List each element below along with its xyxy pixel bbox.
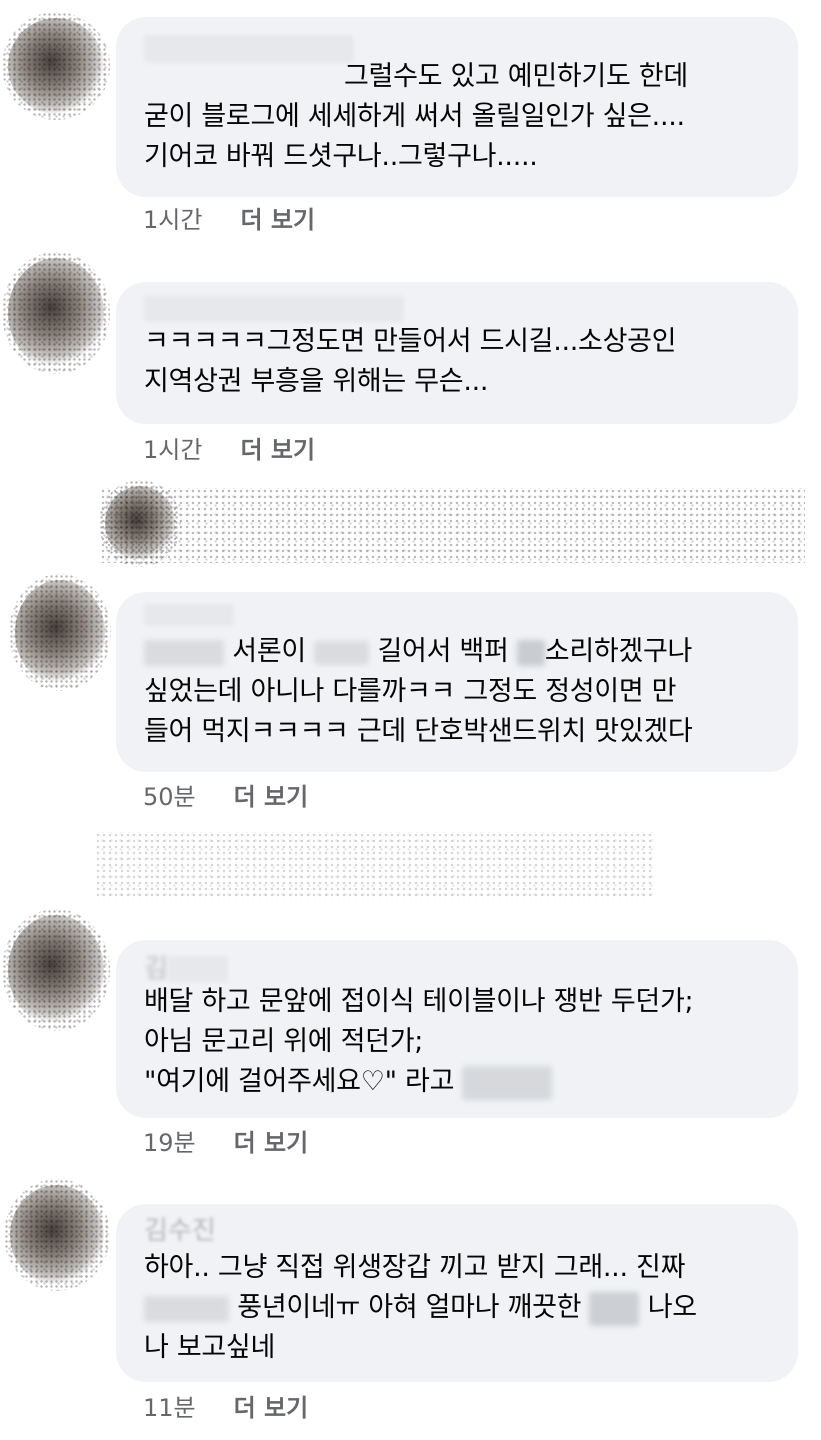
comment-time[interactable]: 1시간 [143, 436, 202, 464]
name-redaction [144, 65, 344, 91]
more-button[interactable]: 더 보기 [234, 783, 309, 811]
word-redaction [462, 1065, 553, 1100]
avatar[interactable] [2, 12, 110, 120]
avatar [99, 480, 181, 567]
comment-meta: 1시간 더 보기 [143, 435, 315, 465]
avatar[interactable] [4, 1179, 110, 1291]
commenter-name[interactable] [144, 292, 770, 322]
comment-text: ㅋㅋㅋㅋㅋ그정도면 만들어서 드시길...소상공인 지역상권 부흥을 위해는 무… [144, 326, 677, 397]
commenter-name[interactable]: 김수진 [144, 1214, 770, 1244]
comment-time[interactable]: 19분 [143, 1129, 196, 1157]
name-redaction [144, 295, 404, 322]
comment-text: 그럴수도 있고 예민하기도 한데 굳이 블로그에 세세하게 써서 올릴일인가 싶… [144, 61, 688, 172]
comment-text: 배달 하고 문앞에 접이식 테이블이나 쟁반 두던가; 아님 문고리 위에 적던… [144, 982, 770, 1102]
avatar[interactable] [9, 574, 111, 691]
comment-text: 서론이 길어서 백퍼 소리하겠구나 싶었는데 아니나 다를까ㅋㅋ 그정도 정성이… [144, 636, 693, 747]
comment-meta: 11분 더 보기 [143, 1393, 308, 1423]
name-redaction [144, 34, 354, 63]
comment-text: 하아.. 그냥 직접 위생장갑 끼고 받지 그래... 진짜 풍년이네ㅠ 아혀 … [144, 1252, 697, 1363]
word-redaction [589, 1291, 640, 1326]
comment-bubble: 김수진 하아.. 그냥 직접 위생장갑 끼고 받지 그래... 진짜 풍년이네ㅠ… [116, 1204, 798, 1382]
comment-bubble: 그럴수도 있고 예민하기도 한데 굳이 블로그에 세세하게 써서 올릴일인가 싶… [116, 17, 798, 197]
word-redaction [314, 640, 370, 665]
comment-meta: 19분 더 보기 [143, 1128, 308, 1158]
word-redaction [144, 1295, 229, 1322]
name-redaction [144, 639, 224, 666]
comment-time[interactable]: 1시간 [143, 206, 202, 234]
commenter-name[interactable] [144, 600, 770, 626]
commenter-name[interactable] [144, 31, 770, 65]
redacted-area [100, 488, 805, 563]
comment-bubble: ㅋㅋㅋㅋㅋ그정도면 만들어서 드시길...소상공인 지역상권 부흥을 위해는 무… [116, 282, 798, 424]
comment-time[interactable]: 11분 [143, 1394, 196, 1422]
name-redaction [167, 955, 228, 982]
redacted-area [95, 832, 655, 900]
avatar[interactable] [2, 909, 110, 1031]
comment-bubble: 김 배달 하고 문앞에 접이식 테이블이나 쟁반 두던가; 아님 문고리 위에 … [116, 940, 798, 1118]
more-button[interactable]: 더 보기 [234, 1394, 309, 1422]
more-button[interactable]: 더 보기 [240, 436, 315, 464]
word-redaction [516, 639, 545, 666]
comment-time[interactable]: 50분 [143, 783, 196, 811]
comment-meta: 50분 더 보기 [143, 782, 308, 812]
comment-bubble: 서론이 길어서 백퍼 소리하겠구나 싶었는데 아니나 다를까ㅋㅋ 그정도 정성이… [116, 592, 798, 772]
comment-meta: 1시간 더 보기 [143, 205, 315, 235]
avatar[interactable] [2, 252, 110, 374]
more-button[interactable]: 더 보기 [234, 1129, 309, 1157]
more-button[interactable]: 더 보기 [240, 206, 315, 234]
name-redaction [144, 603, 234, 626]
commenter-name[interactable]: 김 [144, 952, 770, 982]
